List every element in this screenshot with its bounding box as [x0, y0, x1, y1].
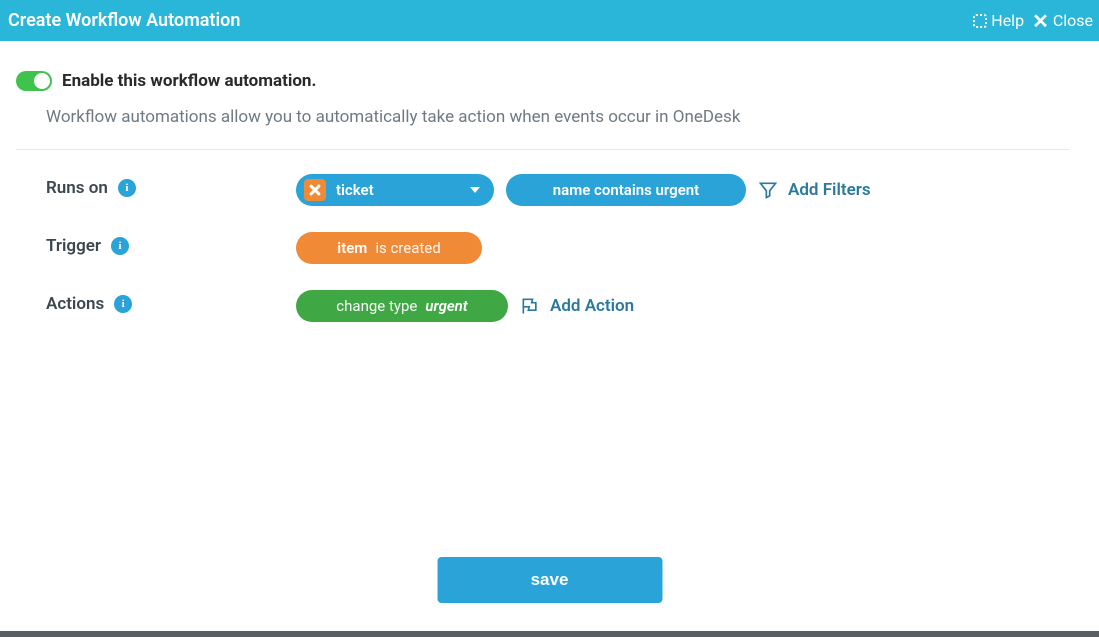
runs-on-row: Runs on i ticket name contains urgent: [46, 174, 1069, 206]
trigger-subject: item: [337, 239, 367, 257]
info-icon[interactable]: i: [114, 295, 132, 313]
enable-toggle[interactable]: [16, 71, 52, 91]
chevron-down-icon: [470, 187, 480, 193]
runs-on-content: ticket name contains urgent Add Filters: [296, 174, 871, 206]
trigger-label-group: Trigger i: [46, 232, 296, 256]
add-action-label: Add Action: [550, 296, 634, 316]
actions-label: Actions: [46, 294, 104, 314]
filter-pill-text: name contains urgent: [553, 181, 699, 199]
actions-content: change type urgent Add Action: [296, 290, 634, 322]
description-text: Workflow automations allow you to automa…: [16, 107, 1069, 127]
trigger-pill[interactable]: item is created: [296, 232, 482, 264]
runs-on-label: Runs on: [46, 178, 108, 198]
close-label: Close: [1053, 11, 1093, 30]
bottom-bar: [0, 631, 1099, 637]
help-label: Help: [991, 11, 1024, 30]
runs-on-label-group: Runs on i: [46, 174, 296, 198]
help-button[interactable]: Help: [973, 11, 1024, 30]
dialog-header: Create Workflow Automation Help ✕ Close: [0, 0, 1099, 41]
config-section: Runs on i ticket name contains urgent: [16, 174, 1069, 322]
trigger-label: Trigger: [46, 236, 101, 256]
info-icon[interactable]: i: [111, 237, 129, 255]
actions-row: Actions i change type urgent Add Action: [46, 290, 1069, 322]
header-actions: Help ✕ Close: [973, 11, 1093, 31]
help-icon: [973, 14, 987, 28]
close-icon: ✕: [1032, 11, 1049, 31]
trigger-content: item is created: [296, 232, 482, 264]
filter-pill[interactable]: name contains urgent: [506, 174, 746, 206]
action-pill[interactable]: change type urgent: [296, 290, 508, 322]
save-button[interactable]: save: [437, 557, 662, 603]
type-dropdown[interactable]: ticket: [296, 174, 494, 206]
info-icon[interactable]: i: [118, 179, 136, 197]
enable-row: Enable this workflow automation.: [16, 71, 1069, 91]
filter-icon: [758, 180, 778, 200]
dialog-title: Create Workflow Automation: [8, 10, 240, 31]
ticket-icon: [304, 179, 326, 201]
action-value: urgent: [425, 297, 467, 315]
trigger-row: Trigger i item is created: [46, 232, 1069, 264]
enable-label: Enable this workflow automation.: [62, 71, 316, 91]
flag-icon: [520, 296, 540, 316]
close-button[interactable]: ✕ Close: [1032, 11, 1093, 31]
trigger-predicate: is created: [375, 239, 440, 257]
action-name: change type: [336, 297, 417, 315]
add-action-button[interactable]: Add Action: [520, 296, 634, 316]
type-dropdown-value: ticket: [336, 181, 374, 199]
add-filters-label: Add Filters: [788, 180, 871, 200]
actions-label-group: Actions i: [46, 290, 296, 314]
divider: [16, 149, 1069, 150]
add-filters-button[interactable]: Add Filters: [758, 180, 871, 200]
dialog-body: Enable this workflow automation. Workflo…: [0, 41, 1099, 322]
